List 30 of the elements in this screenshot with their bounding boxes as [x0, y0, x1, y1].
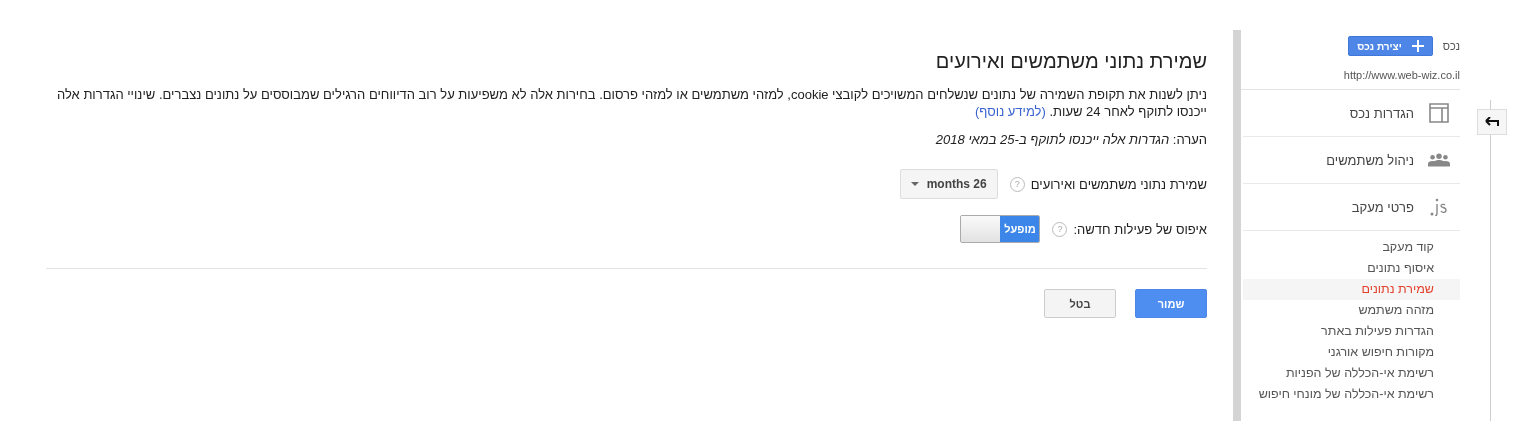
- description-text: ניתן לשנות את תקופת השמירה של נתונים שנשלחים המשויכים לקובצי cookie, למזהי משתמשים או למזהי פרסום. בחירות אלה לא משפיעות על רוב הדיווחים הרגילים שמבוססים על נתונים נצברים. שינויי הגדרות אלה ייכנסו לתוקף לאחר 24 שעות. (למידע נוסף): [56, 86, 1207, 120]
- reset-toggle[interactable]: מופעל: [960, 215, 1041, 243]
- sidebar-item[interactable]: מזהה משתמש: [1243, 300, 1460, 321]
- sidebar-item[interactable]: הגדרות פעילות באתר: [1243, 321, 1460, 342]
- people-icon: [1428, 153, 1450, 167]
- property-url: http://www.web-wiz.co.il: [1342, 69, 1460, 81]
- page-title: שמירת נתוני משתמשים ואירועים: [934, 50, 1207, 73]
- js-icon: [1430, 198, 1448, 216]
- scrollbar[interactable]: [1233, 30, 1241, 421]
- retention-dropdown[interactable]: 26 months: [899, 169, 998, 199]
- property-label: נכס: [1442, 40, 1460, 52]
- learn-more-link[interactable]: (למידע נוסף): [974, 104, 1046, 119]
- sidebar-item[interactable]: רשימת אי-הכללה של הפניות: [1243, 363, 1460, 384]
- sidebar-item[interactable]: מקורות חיפוש אורגני: [1243, 342, 1460, 363]
- sidebar-section[interactable]: הגדרות נכס: [1241, 90, 1460, 136]
- note-text: הערה: הגדרות אלה ייכנסו לתוקף ב-25 במאי 2018: [934, 132, 1207, 147]
- sidebar-item[interactable]: רשימת אי-הכללה של מונחי חיפוש: [1243, 384, 1460, 405]
- back-button[interactable]: [1477, 109, 1507, 135]
- sidebar-section[interactable]: פרטי מעקב: [1243, 183, 1460, 230]
- cancel-button[interactable]: בטל: [1044, 289, 1116, 318]
- sidebar-item[interactable]: קוד מעקב: [1243, 237, 1460, 258]
- sidebar-section[interactable]: ניהול משתמשים: [1243, 136, 1460, 183]
- layout-icon: [1429, 103, 1449, 123]
- reset-label: איפוס של פעילות חדשה:: [1073, 221, 1207, 237]
- create-property-button[interactable]: יצירת נכס: [1348, 36, 1433, 56]
- sidebar-item[interactable]: איסוף נתונים: [1243, 258, 1460, 279]
- back-arrow-icon: [1485, 117, 1499, 127]
- retention-label: שמירת נתוני משתמשים ואירועים: [1030, 176, 1207, 192]
- sidebar-item[interactable]: שמירת נתונים: [1243, 279, 1460, 300]
- plus-icon: [1411, 40, 1424, 52]
